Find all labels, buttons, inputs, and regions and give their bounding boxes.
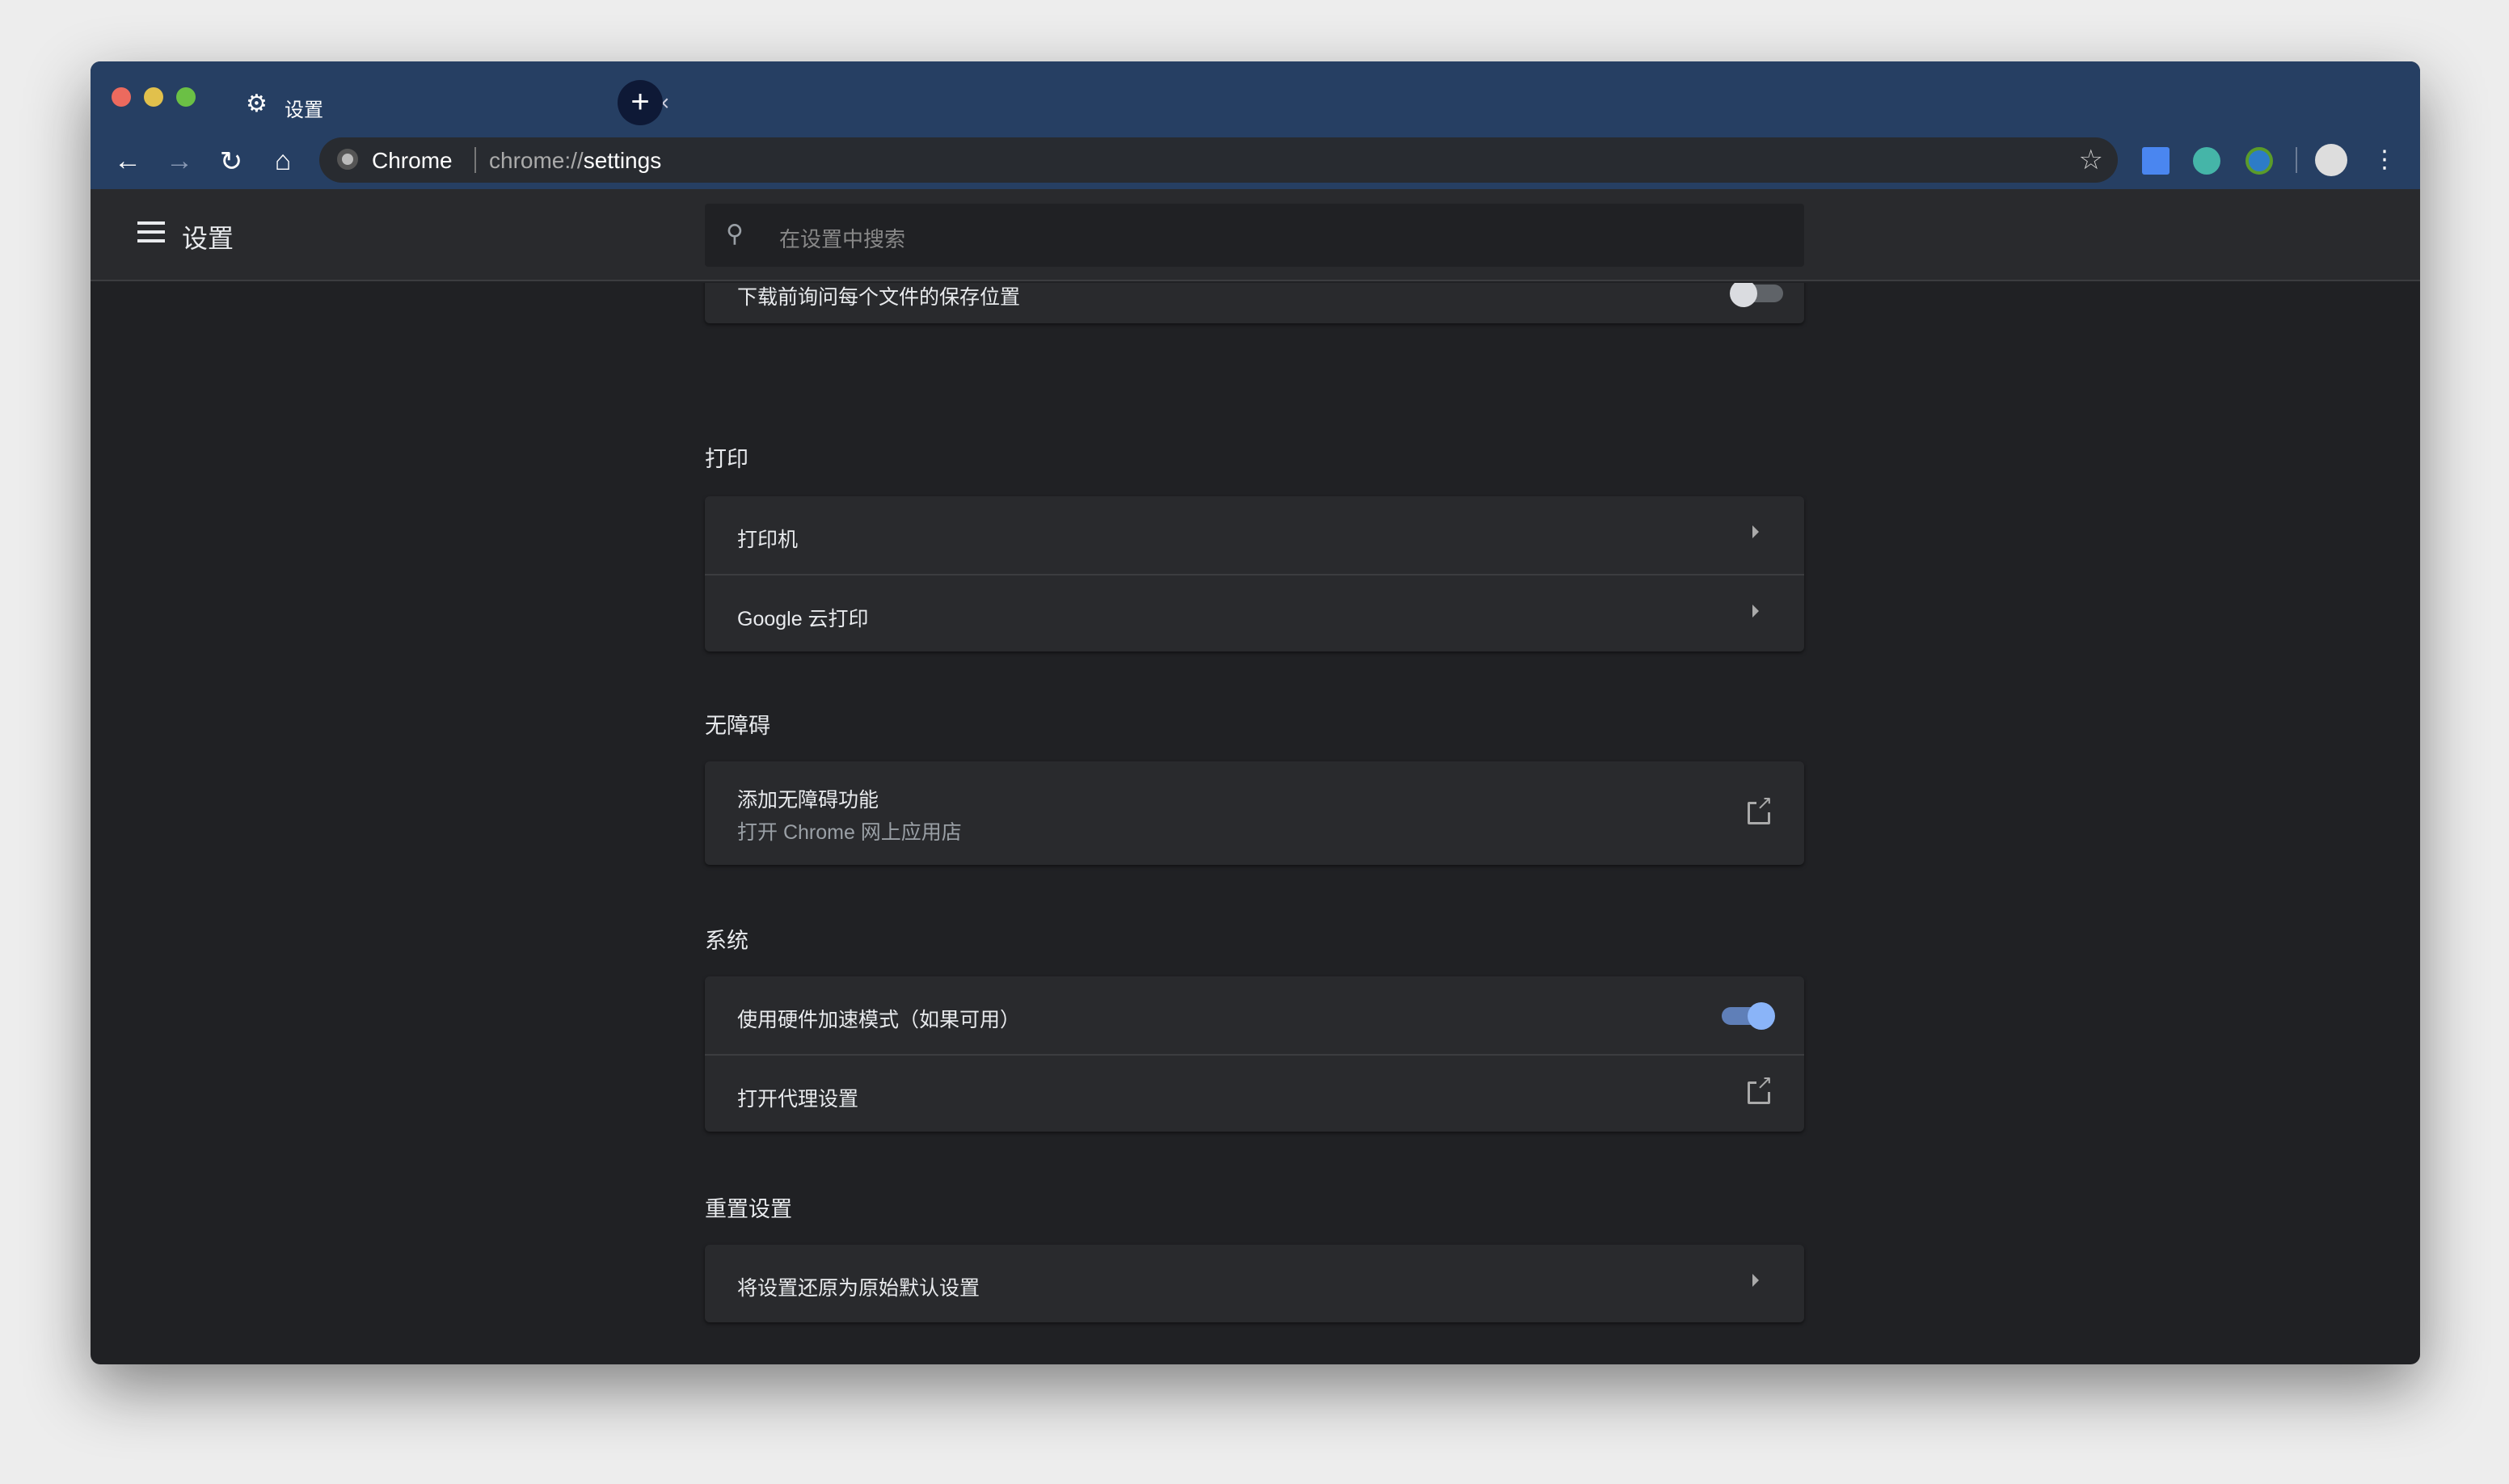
toggle-on[interactable]: [1722, 1002, 1775, 1030]
extension-m-icon[interactable]: [2193, 147, 2220, 175]
arrow-right-icon: [1752, 525, 1759, 538]
gear-icon: ⚙: [246, 91, 268, 117]
section-title-accessibility: 无障碍: [705, 714, 770, 738]
url-text: chrome://settings: [489, 148, 662, 173]
ask-save-location-row[interactable]: 下载前询问每个文件的保存位置: [705, 283, 1804, 323]
section-title-reset: 重置设置: [705, 1197, 792, 1221]
search-input[interactable]: ⚲ 在设置中搜索: [705, 204, 1804, 267]
external-link-icon: [1748, 1074, 1773, 1104]
arrow-right-icon: [1752, 605, 1759, 618]
section-title-print: 打印: [705, 447, 748, 471]
back-icon[interactable]: ←: [112, 145, 144, 177]
new-tab-button[interactable]: +: [618, 80, 663, 125]
print-card: 打印机 Google 云打印: [705, 496, 1804, 651]
arrow-right-icon: [1752, 1274, 1759, 1287]
reload-icon[interactable]: ↻: [215, 145, 247, 178]
avatar[interactable]: [2315, 144, 2347, 176]
external-link-icon: [1748, 795, 1773, 824]
add-accessibility-row[interactable]: 添加无障碍功能 打开 Chrome 网上应用店: [705, 761, 1804, 865]
globe-refresh-icon[interactable]: [2245, 147, 2273, 175]
search-icon: ⚲: [726, 221, 744, 247]
menu-icon[interactable]: ⋮: [2368, 145, 2401, 174]
minimize-window-button[interactable]: [144, 87, 163, 107]
system-card: 使用硬件加速模式（如果可用） 打开代理设置: [705, 976, 1804, 1132]
settings-header: 设置 ⚲ 在设置中搜索: [91, 189, 2420, 281]
title-bar: ⚙ 设置 × + ← → ↻ ⌂ Chrome chrome://setting…: [91, 61, 2420, 189]
hamburger-menu-icon[interactable]: [137, 221, 165, 248]
page-title: 设置: [182, 224, 234, 253]
toggle-off[interactable]: [1730, 283, 1783, 307]
toolbar-divider: [2296, 147, 2297, 173]
downloads-card: 下载前询问每个文件的保存位置: [705, 283, 1804, 323]
browser-window: ⚙ 设置 × + ← → ↻ ⌂ Chrome chrome://setting…: [91, 61, 2420, 1364]
google-translate-icon[interactable]: [2142, 147, 2170, 175]
forward-icon[interactable]: →: [163, 145, 196, 177]
hardware-acceleration-row[interactable]: 使用硬件加速模式（如果可用）: [705, 976, 1804, 1054]
proxy-settings-row[interactable]: 打开代理设置: [705, 1054, 1804, 1132]
address-bar[interactable]: Chrome chrome://settings ☆: [319, 137, 2118, 183]
section-title-system: 系统: [705, 929, 748, 953]
close-window-button[interactable]: [112, 87, 131, 107]
bookmark-star-icon[interactable]: ☆: [2079, 144, 2103, 176]
divider: [474, 147, 476, 173]
maximize-window-button[interactable]: [176, 87, 196, 107]
chrome-icon: [337, 149, 358, 170]
restore-defaults-row[interactable]: 将设置还原为原始默认设置: [705, 1245, 1804, 1322]
printers-row[interactable]: 打印机: [705, 496, 1804, 574]
accessibility-card: 添加无障碍功能 打开 Chrome 网上应用店: [705, 761, 1804, 865]
home-icon[interactable]: ⌂: [267, 145, 299, 177]
reset-card: 将设置还原为原始默认设置: [705, 1245, 1804, 1322]
settings-content: 下载前询问每个文件的保存位置 打印 打印机 Google 云打印 无障碍 添加无…: [91, 283, 2420, 1364]
cloud-print-row[interactable]: Google 云打印: [705, 574, 1804, 651]
